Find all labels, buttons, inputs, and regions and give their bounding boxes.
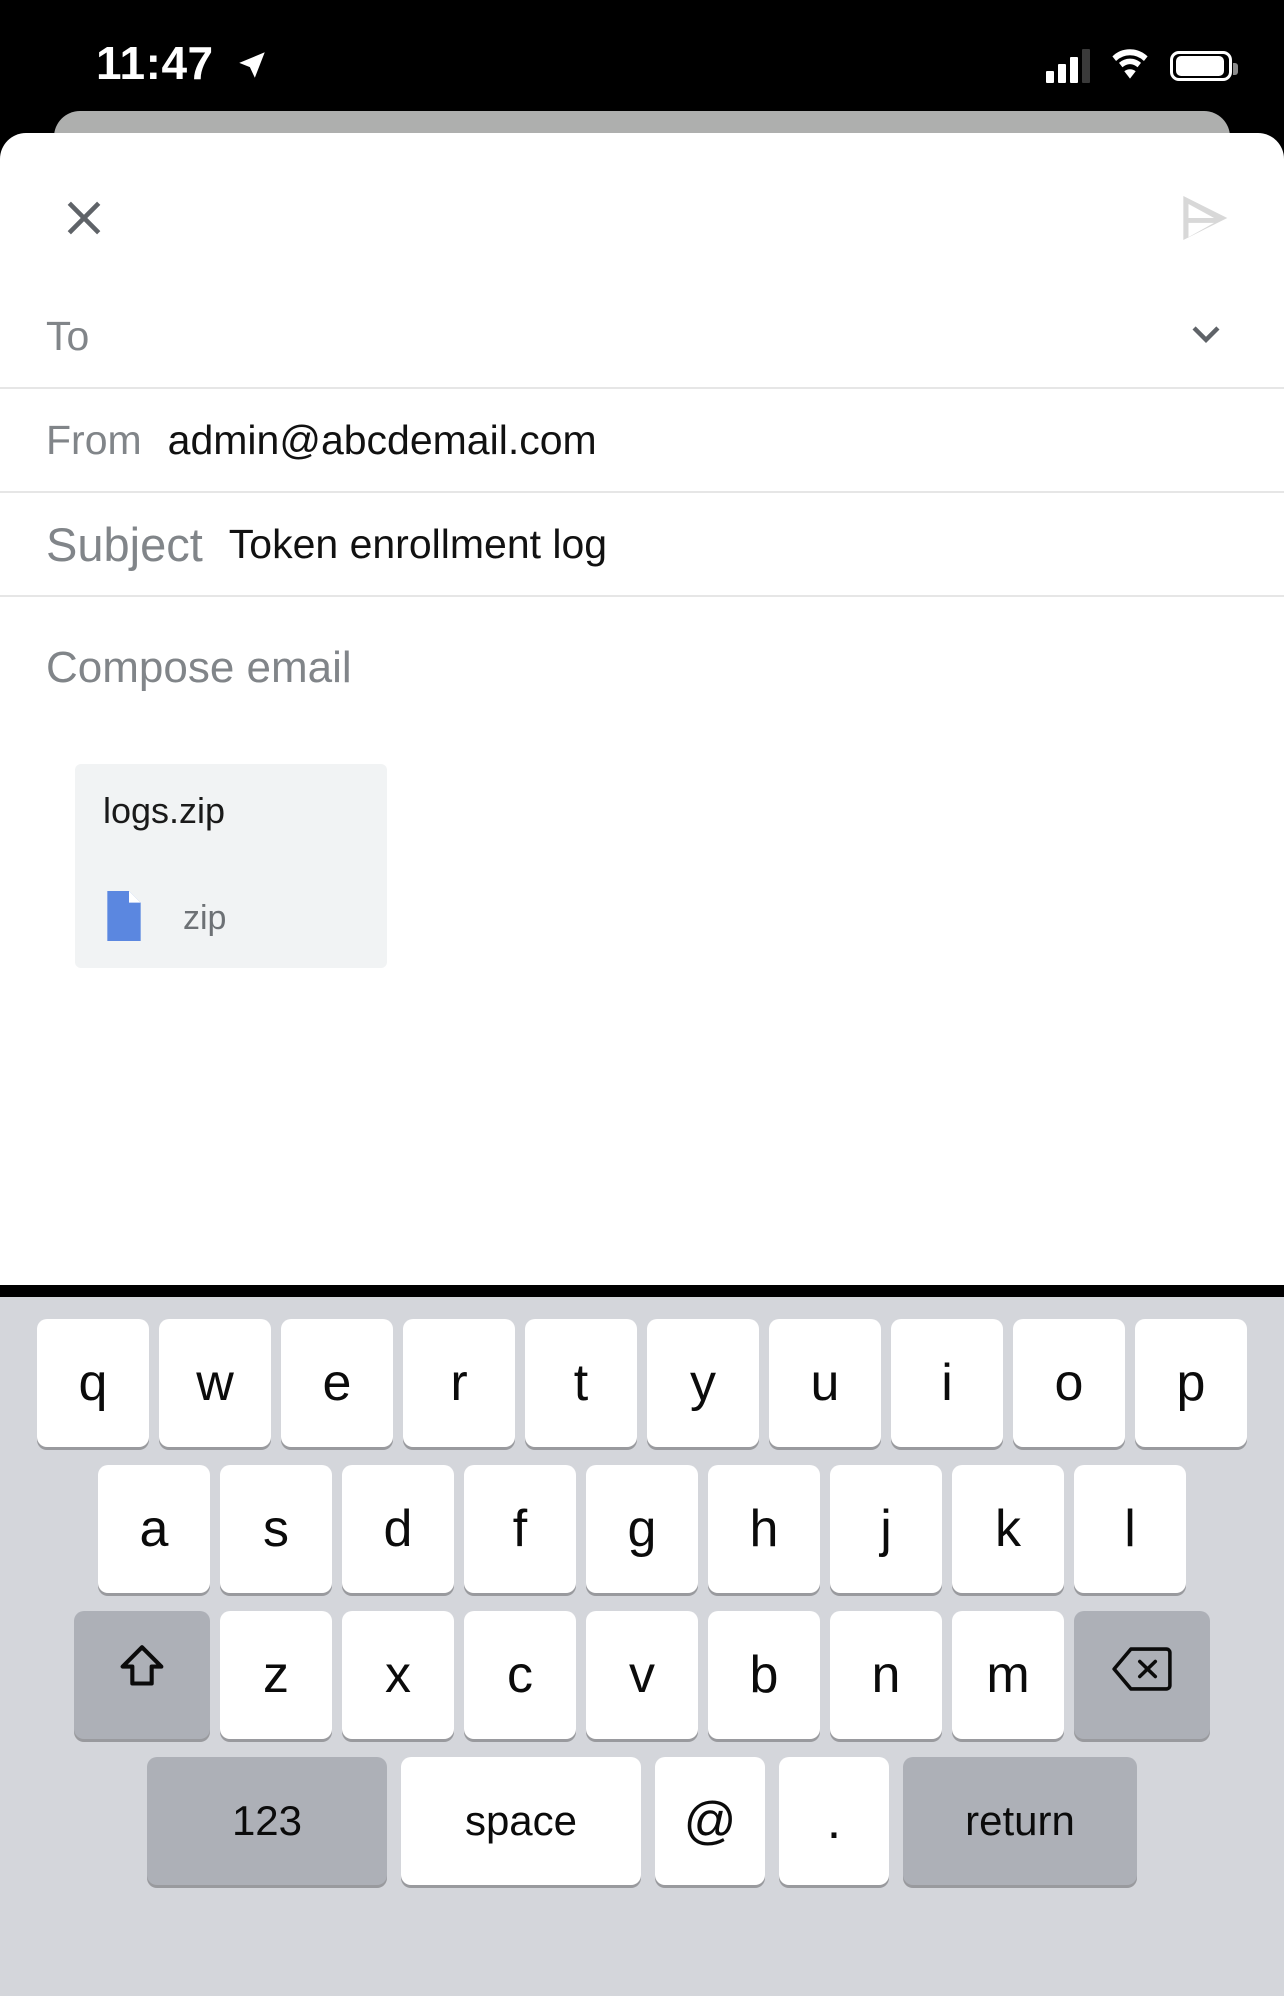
key-x[interactable]: x [342,1611,454,1739]
from-label: From [46,416,142,463]
key-p[interactable]: p [1135,1319,1247,1447]
key-o[interactable]: o [1013,1319,1125,1447]
subject-label: Subject [46,517,203,571]
attachment-chip[interactable]: logs.zip zip [75,764,387,968]
key-l[interactable]: l [1074,1465,1186,1593]
numeric-key[interactable]: 123 [147,1757,387,1885]
key-k[interactable]: k [952,1465,1064,1593]
shift-key[interactable] [74,1611,210,1739]
file-icon [103,891,145,946]
status-indicators [1046,46,1238,85]
close-icon [56,190,112,249]
keyboard-row-2: a s d f g h j k l [0,1465,1284,1593]
period-key[interactable]: . [779,1757,889,1885]
send-button[interactable] [1156,171,1252,267]
subject-field-row[interactable]: Subject Token enrollment log [0,493,1284,597]
compose-toolbar [0,133,1284,285]
key-i[interactable]: i [891,1319,1003,1447]
shift-icon [113,1640,171,1711]
email-body-area[interactable]: Compose email logs.zip zip [0,597,1284,1285]
key-n[interactable]: n [830,1611,942,1739]
key-u[interactable]: u [769,1319,881,1447]
location-arrow-icon [235,48,269,87]
key-j[interactable]: j [830,1465,942,1593]
status-time: 11:47 [96,37,214,89]
key-y[interactable]: y [647,1319,759,1447]
attachment-meta: zip [103,891,226,946]
from-field-row[interactable]: From admin@abcdemail.com [0,389,1284,493]
key-g[interactable]: g [586,1465,698,1593]
key-d[interactable]: d [342,1465,454,1593]
status-bar: 11:47 [0,0,1284,128]
key-z[interactable]: z [220,1611,332,1739]
key-v[interactable]: v [586,1611,698,1739]
keyboard-row-4: 123 space @ . return [0,1757,1284,1885]
phone-screen: 11:47 To From admin@abcdemail.com Subjec… [0,0,1284,1996]
key-f[interactable]: f [464,1465,576,1593]
key-m[interactable]: m [952,1611,1064,1739]
key-c[interactable]: c [464,1611,576,1739]
close-button[interactable] [36,171,132,267]
from-value: admin@abcdemail.com [167,416,597,463]
body-placeholder: Compose email [46,643,352,692]
wifi-icon [1108,46,1152,85]
backspace-key[interactable] [1074,1611,1210,1739]
key-r[interactable]: r [403,1319,515,1447]
return-key[interactable]: return [903,1757,1137,1885]
compose-sheet: To From admin@abcdemail.com Subject Toke… [0,133,1284,1285]
keyboard-row-3: z x c v b n m [0,1611,1284,1739]
key-b[interactable]: b [708,1611,820,1739]
to-placeholder: To [46,312,90,359]
key-a[interactable]: a [98,1465,210,1593]
space-key[interactable]: space [401,1757,641,1885]
key-e[interactable]: e [281,1319,393,1447]
send-icon [1173,187,1235,252]
key-s[interactable]: s [220,1465,332,1593]
on-screen-keyboard: q w e r t y u i o p a s d f g h j k l z … [0,1297,1284,1996]
to-field-row[interactable]: To [0,285,1284,389]
chevron-down-icon [1179,307,1233,366]
keyboard-row-1: q w e r t y u i o p [0,1319,1284,1447]
subject-value: Token enrollment log [228,520,608,567]
key-t[interactable]: t [525,1319,637,1447]
battery-icon [1170,50,1238,81]
at-key[interactable]: @ [655,1757,765,1885]
backspace-icon [1111,1644,1173,1707]
expand-recipients-button[interactable] [1166,296,1246,376]
key-h[interactable]: h [708,1465,820,1593]
attachment-filename: logs.zip [103,790,226,831]
cellular-signal-icon [1046,48,1090,83]
attachment-type-label: zip [183,899,227,937]
key-q[interactable]: q [37,1319,149,1447]
key-w[interactable]: w [159,1319,271,1447]
